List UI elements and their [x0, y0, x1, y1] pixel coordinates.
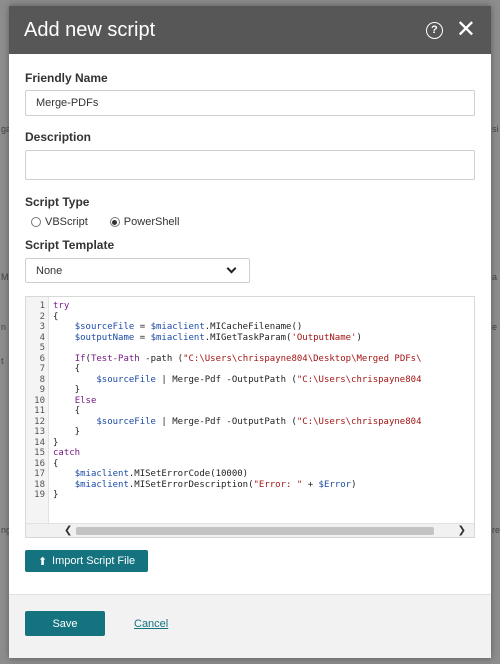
- dialog-footer: Save Cancel: [9, 594, 491, 658]
- code-line: If(Test-Path -path ("C:\Users\chrispayne…: [74, 353, 422, 364]
- line-number: 6: [39, 353, 45, 364]
- background-right: [490, 0, 500, 664]
- line-number: 7: [39, 364, 45, 374]
- background-text: n: [1, 322, 7, 332]
- script-type-option-vbscript[interactable]: VBScript: [31, 216, 88, 228]
- script-template-label: Script Template: [25, 238, 115, 252]
- code-line: $miaclient.MISetErrorCode(10000): [74, 469, 249, 479]
- code-line: $sourceFile | Merge-Pdf -OutputPath ("C:…: [96, 374, 422, 385]
- scroll-left-icon[interactable]: ❮: [64, 524, 72, 537]
- background-text: t: [1, 356, 4, 366]
- line-number: 19: [34, 490, 45, 500]
- script-template-select[interactable]: None: [25, 258, 250, 283]
- import-script-file-label: Import Script File: [52, 555, 136, 567]
- code-line: try: [53, 301, 70, 311]
- scroll-right-icon[interactable]: ❯: [458, 524, 466, 537]
- code-line: {: [53, 311, 59, 322]
- line-number: 14: [34, 437, 45, 448]
- cancel-link[interactable]: Cancel: [134, 618, 168, 630]
- code-line: $sourceFile = $miaclient.MICacheFilename…: [74, 322, 303, 332]
- script-type-radio-group: VBScript PowerShell: [31, 216, 201, 228]
- line-number: 4: [39, 332, 45, 343]
- code-line: $miaclient.MISetErrorDescription("Error:…: [74, 479, 357, 490]
- script-type-option-powershell[interactable]: PowerShell: [109, 216, 180, 228]
- code-line: Else: [74, 395, 97, 406]
- line-number: 17: [34, 469, 45, 479]
- script-code-editor[interactable]: 1 2 3 4 5 6 7 8 9 10 11 12 13 14 15 16 17 18 19 try{ $sour…: [25, 296, 475, 538]
- background-text: si: [492, 124, 499, 134]
- background-text: re: [492, 525, 500, 535]
- code-line: {: [53, 364, 81, 374]
- dialog-header: Add new script ? ✕: [9, 6, 491, 54]
- description-label: Description: [25, 130, 92, 144]
- friendly-name-input[interactable]: Merge-PDFs: [25, 90, 475, 116]
- dialog-title: Add new script: [24, 18, 156, 41]
- script-type-label: Script Type: [25, 195, 90, 209]
- code-content[interactable]: try{ $sourceFile = $miaclient.MICacheFil…: [53, 301, 422, 501]
- line-number: 3: [39, 322, 45, 332]
- code-line: }: [53, 490, 59, 500]
- scrollbar-thumb[interactable]: [76, 527, 434, 535]
- line-number: 16: [34, 458, 45, 469]
- code-line: {: [53, 406, 81, 416]
- code-line: }: [53, 427, 81, 437]
- line-number: 9: [39, 385, 45, 395]
- code-line: }: [53, 437, 59, 448]
- code-line: catch: [53, 448, 81, 458]
- help-icon[interactable]: ?: [425, 21, 443, 39]
- description-input[interactable]: [25, 150, 475, 180]
- upload-icon: ⬆: [37, 555, 48, 568]
- line-number: 1: [39, 301, 45, 311]
- vbscript-label: VBScript: [45, 216, 88, 228]
- add-script-dialog: Add new script ? ✕ Friendly Name Merge-P…: [9, 6, 491, 658]
- line-number: 18: [34, 479, 45, 490]
- background-text: M: [1, 272, 9, 282]
- background-text: a: [492, 272, 498, 282]
- code-line: {: [53, 458, 59, 469]
- chevron-down-icon: [226, 263, 237, 274]
- line-number: 13: [34, 427, 45, 437]
- vbscript-radio[interactable]: [31, 217, 41, 227]
- horizontal-scrollbar[interactable]: ❮ ❯: [26, 523, 474, 537]
- powershell-label: PowerShell: [123, 216, 180, 228]
- code-line: $outputName = $miaclient.MIGetTaskParam(…: [74, 332, 362, 343]
- line-number: 11: [34, 406, 45, 416]
- line-number: 2: [39, 311, 45, 322]
- save-button[interactable]: Save: [25, 611, 105, 636]
- line-number: 10: [34, 395, 45, 406]
- line-number: 8: [39, 374, 45, 385]
- friendly-name-label: Friendly Name: [25, 71, 108, 85]
- script-template-value: None: [36, 264, 63, 277]
- line-number: 15: [34, 448, 45, 458]
- line-number: 5: [39, 343, 45, 353]
- line-number: 12: [34, 416, 45, 427]
- background-text: e: [492, 322, 498, 332]
- line-number-gutter: 1 2 3 4 5 6 7 8 9 10 11 12 13 14 15 16 17 18 19: [26, 297, 49, 537]
- code-line: }: [53, 385, 81, 395]
- close-icon[interactable]: ✕: [456, 18, 476, 42]
- code-line: $sourceFile | Merge-Pdf -OutputPath ("C:…: [96, 416, 422, 427]
- import-script-file-button[interactable]: ⬆ Import Script File: [25, 550, 148, 572]
- powershell-radio[interactable]: [109, 217, 120, 227]
